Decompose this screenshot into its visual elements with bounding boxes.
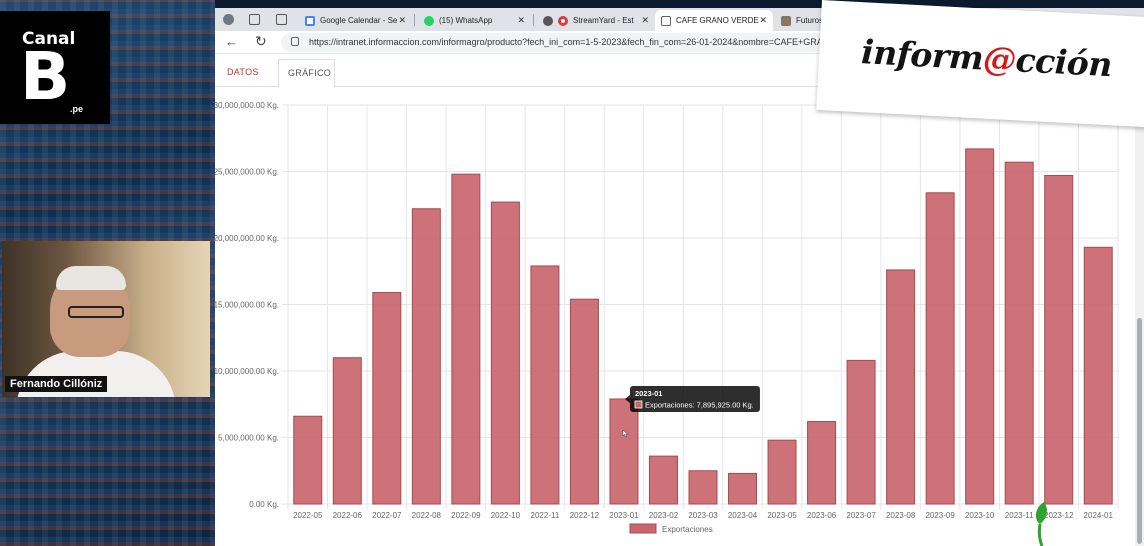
page-icon <box>781 15 791 26</box>
tab-datos[interactable]: DATOS <box>227 67 259 77</box>
whatsapp-icon <box>424 15 434 26</box>
browser-tab-streamyard[interactable]: StreamYard - Est ✕ <box>537 10 655 31</box>
screen: Canal B .pe Fernando Cillóniz Google Cal… <box>0 0 1144 546</box>
chart-bar[interactable] <box>1083 246 1113 505</box>
reload-icon[interactable]: ↻ <box>255 33 267 50</box>
chart-bar[interactable] <box>609 398 639 505</box>
x-tick-label: 2022-12 <box>570 511 600 520</box>
speaker-glasses <box>68 306 124 318</box>
tab-divider <box>533 14 534 26</box>
tab-label: Google Calendar - Se <box>320 16 398 25</box>
y-tick-label: 10,000,000.00 Kg. <box>215 367 279 376</box>
speaker-webcam <box>2 241 210 397</box>
tab-actions-icon[interactable] <box>276 14 287 25</box>
x-tick-label: 2023-05 <box>767 511 797 520</box>
leaf-icon <box>1035 502 1047 546</box>
canal-b-logo: Canal B .pe <box>0 11 110 124</box>
chart-bar[interactable] <box>332 357 362 505</box>
chart-bar[interactable] <box>965 148 995 505</box>
chart-bar[interactable] <box>807 421 837 505</box>
x-tick-label: 2023-07 <box>846 511 876 520</box>
chart-bar[interactable] <box>886 269 916 505</box>
chart-bar[interactable] <box>1044 174 1074 505</box>
y-tick-label: 5,000,000.00 Kg. <box>218 434 279 443</box>
tooltip-text: Exportaciones: 7,895,925.00 Kg. <box>645 401 754 410</box>
x-tick-label: 2022-09 <box>451 511 481 520</box>
chart-bar[interactable] <box>767 439 797 505</box>
x-tick-label: 2023-02 <box>649 511 679 520</box>
calendar-icon <box>305 15 315 26</box>
x-tick-label: 2022-08 <box>412 511 442 520</box>
y-tick-label: 30,000,000.00 Kg. <box>215 101 279 110</box>
chart-bar[interactable] <box>569 298 599 505</box>
tab-label: (15) WhatsApp <box>439 16 493 25</box>
scrollbar-thumb[interactable] <box>1137 318 1142 544</box>
x-tick-label: 2022-07 <box>372 511 402 520</box>
chart-bar[interactable] <box>688 470 718 505</box>
close-icon[interactable]: ✕ <box>759 15 767 26</box>
url-field[interactable]: https://intranet.informaccion.com/inform… <box>281 33 901 52</box>
document-icon <box>661 15 671 26</box>
x-tick-label: 2022-06 <box>333 511 363 520</box>
tooltip-title: 2023-01 <box>635 389 663 398</box>
logo-text-part: cción <box>1014 40 1113 85</box>
speaker-name-tag: Fernando Cillóniz <box>5 376 108 392</box>
browser-tab-whatsapp[interactable]: (15) WhatsApp ✕ <box>418 10 531 31</box>
close-icon[interactable]: ✕ <box>398 15 406 26</box>
browser-tab-cafe-grano-verde[interactable]: CAFE GRANO VERDE ✕ <box>655 10 773 31</box>
chart-bar[interactable] <box>925 192 955 505</box>
canal-logo-suffix: .pe <box>70 104 84 114</box>
lock-icon[interactable] <box>291 37 299 46</box>
speaker-hair <box>56 266 126 290</box>
y-tick-label: 25,000,000.00 Kg. <box>215 168 279 177</box>
exports-bar-chart: 0.00 Kg. 5,000,000.00 Kg. 10,000,000.00 Kg… <box>215 101 1119 534</box>
canal-logo-letter: B <box>20 38 71 115</box>
x-tick-label: 2023-10 <box>965 511 995 520</box>
chart-bar[interactable] <box>411 208 441 505</box>
tab-label: CAFE GRANO VERDE <box>676 16 759 25</box>
x-tick-label: 2023-08 <box>886 511 916 520</box>
chart-bar[interactable] <box>728 472 758 505</box>
profile-icon[interactable] <box>223 14 234 25</box>
x-tick-label: 2023-03 <box>688 511 718 520</box>
chart-bar[interactable] <box>293 415 323 505</box>
x-tick-label: 2023-04 <box>728 511 758 520</box>
tooltip-swatch <box>634 400 643 409</box>
tab-grafico[interactable]: GRÁFICO <box>278 59 335 88</box>
browser-tab-calendar[interactable]: Google Calendar - Se ✕ <box>299 10 412 31</box>
streamyard-icon <box>543 15 553 26</box>
tab-divider <box>414 14 415 26</box>
chart-bar[interactable] <box>490 201 520 505</box>
logo-text-part: inform <box>860 32 985 78</box>
chart-bar[interactable] <box>451 173 481 505</box>
close-icon[interactable]: ✕ <box>641 15 649 26</box>
informaccion-logo: inform@cción <box>816 0 1144 128</box>
x-tick-label: 2024-01 <box>1084 511 1114 520</box>
y-tick-label: 20,000,000.00 Kg. <box>215 234 279 243</box>
x-tick-label: 2023-01 <box>609 511 639 520</box>
x-tick-label: 2022-10 <box>491 511 521 520</box>
chart-bar[interactable] <box>648 455 678 505</box>
x-tick-label: 2023-09 <box>925 511 955 520</box>
recording-icon <box>558 15 568 26</box>
close-icon[interactable]: ✕ <box>517 15 525 26</box>
tab-label: StreamYard - Est <box>573 16 634 25</box>
chart-bar[interactable] <box>530 265 560 505</box>
back-arrow-icon[interactable]: ← <box>225 34 238 49</box>
chart-bar[interactable] <box>372 292 402 505</box>
x-tick-label: 2022-11 <box>531 511 560 520</box>
legend-label: Exportaciones <box>662 525 713 534</box>
y-tick-label: 0.00 Kg. <box>249 500 279 509</box>
chart-bar[interactable] <box>1004 161 1034 505</box>
logo-at-sign: @ <box>982 38 1017 80</box>
informaccion-logo-text: inform@cción <box>860 32 1112 84</box>
y-tick-label: 15,000,000.00 Kg. <box>215 301 279 310</box>
workspaces-icon[interactable] <box>249 14 260 25</box>
legend-swatch <box>629 523 657 534</box>
x-tick-label: 2022-05 <box>293 511 323 520</box>
x-tick-label: 2023-06 <box>807 511 837 520</box>
chart-bar[interactable] <box>846 359 876 505</box>
